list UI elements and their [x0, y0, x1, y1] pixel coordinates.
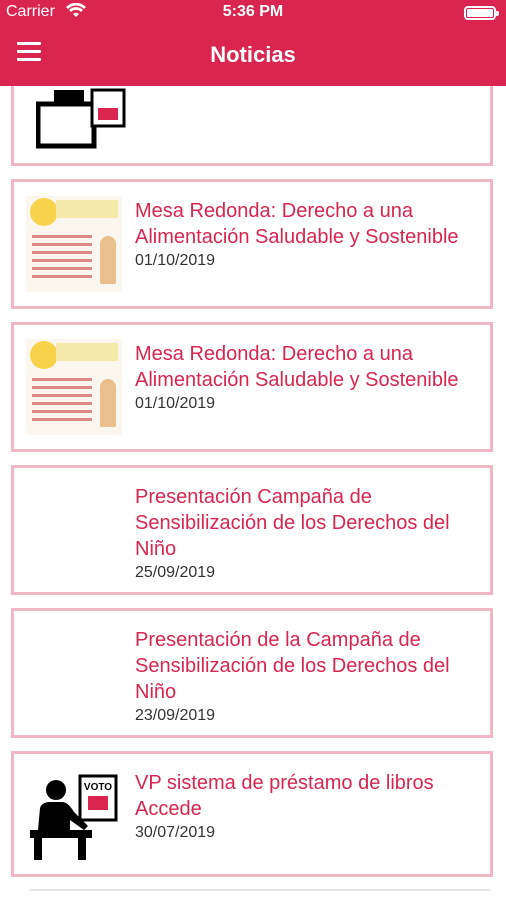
status-time: 5:36 PM: [222, 3, 284, 20]
voting-icon: VOTO: [30, 774, 118, 860]
news-card[interactable]: Mesa Redonda: Derecho a una Alimentación…: [11, 322, 493, 452]
news-card[interactable]: Presentación de la Campaña de Sensibiliz…: [11, 608, 493, 738]
news-card-partial[interactable]: [11, 86, 493, 166]
svg-text:VOTO: VOTO: [84, 782, 112, 793]
news-date: 01/10/2019: [135, 395, 216, 412]
news-headline: Presentación Campaña de Sensibilización …: [135, 486, 450, 560]
news-date: 01/10/2019: [135, 252, 216, 269]
news-date: 30/07/2019: [135, 824, 216, 841]
news-card[interactable]: Mesa Redonda: Derecho a una Alimentación…: [11, 179, 493, 309]
news-date: 25/09/2019: [135, 564, 216, 581]
news-thumbnail: [26, 196, 122, 292]
status-bar: Carrier 5:36 PM: [0, 0, 506, 26]
page-title: Noticias: [210, 42, 296, 67]
news-headline: VP sistema de préstamo de libros Accede: [135, 772, 434, 820]
news-card[interactable]: VOTO VP sistema de préstamo de libros Ac…: [11, 751, 493, 877]
news-thumbnail: [26, 339, 122, 435]
news-headline: Mesa Redonda: Derecho a una Alimentación…: [135, 200, 459, 248]
news-date: 23/09/2019: [135, 707, 216, 724]
voting-icon: [36, 88, 126, 149]
news-headline: Presentación de la Campaña de Sensibiliz…: [135, 629, 450, 703]
news-card[interactable]: Presentación Campaña de Sensibilización …: [11, 465, 493, 595]
app-header: Carrier 5:36 PM Noticias: [0, 0, 506, 86]
battery-icon: [464, 6, 499, 20]
news-headline: Mesa Redonda: Derecho a una Alimentación…: [135, 343, 459, 391]
next-card-edge: [30, 889, 490, 891]
